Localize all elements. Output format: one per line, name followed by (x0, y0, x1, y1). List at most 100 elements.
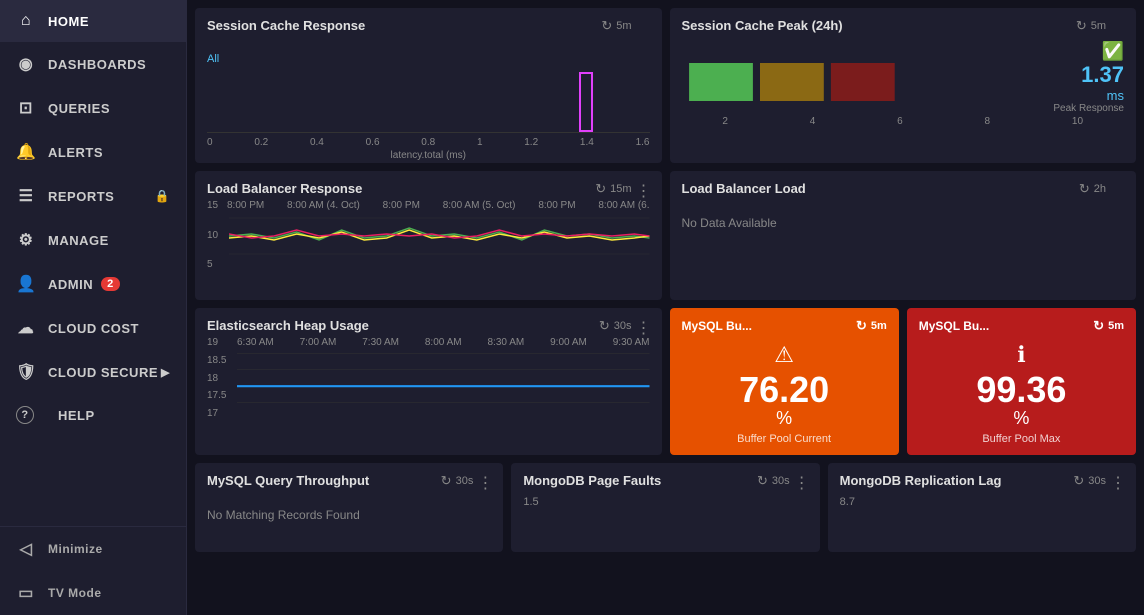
session-cache-response-refresh: ↻ 5m (601, 18, 631, 34)
load-balancer-response-title: Load Balancer Response (207, 181, 362, 196)
session-cache-response-chart: All 0 0.2 0.4 0.6 0.8 1 1.2 1.4 1.6 late… (207, 53, 650, 153)
sidebar-item-home[interactable]: ⌂ HOME (0, 0, 186, 42)
mysql-red-value: 99.36 (976, 372, 1066, 408)
load-balancer-load-panel: Load Balancer Load ↻ 2h No Data Availabl… (670, 171, 1137, 300)
load-balancer-load-title: Load Balancer Load (682, 181, 806, 196)
scr-x-axis: 0 0.2 0.4 0.6 0.8 1 1.2 1.4 1.6 (207, 137, 650, 148)
scp-svg (682, 53, 1037, 103)
expand-arrow-icon: ▶ (161, 366, 170, 379)
sidebar-label-dashboards: DASHBOARDS (48, 57, 146, 72)
scp-unit: ms (1107, 88, 1124, 103)
sidebar-label-cloud-secure: CLOUD SECURE (48, 365, 158, 380)
scr-bar-area (207, 53, 650, 133)
session-cache-peak-title: Session Cache Peak (24h) (682, 18, 843, 33)
sidebar-item-cloud-secure[interactable]: 🛡 CLOUD SECURE ▶ (0, 350, 186, 394)
sidebar-label-help: HELP (58, 408, 95, 423)
mongodb-rl-yvalue: 8.7 (840, 488, 1124, 508)
scr-x-label: latency.total (ms) (207, 150, 650, 161)
sidebar-item-cloud-cost[interactable]: ☁ CLOUD COST (0, 306, 186, 350)
lbr-svg (229, 200, 650, 272)
minimize-icon: ◁ (16, 539, 36, 559)
lbr-lines (229, 200, 650, 272)
scp-x-axis: 2 4 6 8 10 (682, 116, 1125, 127)
admin-icon: 👤 (16, 274, 36, 294)
sidebar-item-alerts[interactable]: 🔔 ALERTS (0, 130, 186, 174)
sidebar-label-manage: MANAGE (48, 233, 109, 248)
lbr-menu-icon[interactable]: ⋮ (636, 181, 652, 201)
mongodb-pf-refresh: ↻ 30s (757, 473, 790, 489)
session-cache-response-title: Session Cache Response (207, 18, 365, 33)
home-icon: ⌂ (16, 12, 36, 30)
lock-icon: 🔒 (155, 189, 170, 203)
sidebar-item-admin[interactable]: 👤 ADMIN 2 (0, 262, 186, 306)
sidebar-label-admin: ADMIN (48, 277, 93, 292)
mysql-red-info-icon: ℹ (1017, 342, 1025, 368)
sidebar-item-reports[interactable]: ☰ REPORTS 🔒 (0, 174, 186, 218)
mysql-qt-no-data: No Matching Records Found (207, 488, 491, 542)
sidebar-label-queries: QUERIES (48, 101, 110, 116)
mongodb-replication-lag-panel: MongoDB Replication Lag ↻ 30s ⋮ 8.7 (828, 463, 1136, 552)
dashboards-icon: ◉ (16, 54, 36, 74)
minimize-button[interactable]: ◁ Minimize (0, 527, 186, 571)
cloud-cost-icon: ☁ (16, 318, 36, 338)
sidebar-label-home: HOME (48, 14, 89, 29)
bottom-panels-row: MySQL Query Throughput ↻ 30s ⋮ No Matchi… (195, 463, 1136, 552)
ehu-svg-area (237, 337, 650, 419)
mysql-qt-menu-icon[interactable]: ⋮ (477, 473, 493, 493)
queries-icon: ⊡ (16, 98, 36, 118)
scp-ms-value: 1.37 (1081, 62, 1124, 88)
refresh-icon-qt: ↻ (441, 473, 452, 489)
sidebar-label-cloud-cost: CLOUD COST (48, 321, 139, 336)
mongodb-page-faults-panel: MongoDB Page Faults ↻ 30s ⋮ 1.5 (511, 463, 819, 552)
refresh-icon-scp: ↻ (1076, 18, 1087, 34)
session-cache-peak-chart: ✅ 1.37 ms Peak Response (682, 41, 1125, 114)
lbr-y-axis: 15 10 5 (207, 200, 227, 270)
ehu-refresh: ↻ 30s (599, 318, 632, 334)
mysql-query-throughput-panel: MySQL Query Throughput ↻ 30s ⋮ No Matchi… (195, 463, 503, 552)
manage-icon: ⚙ (16, 230, 36, 250)
sidebar: ⌂ HOME ◉ DASHBOARDS ⊡ QUERIES 🔔 ALERTS ☰… (0, 0, 187, 615)
load-balancer-response-panel: Load Balancer Response ↻ 15m ⋮ 15 10 5 (195, 171, 662, 300)
scp-check-icon: ✅ (1102, 41, 1124, 62)
mysql-buffer-red-panel: MySQL Bu... ↻ 5m ℹ 99.36 % Buffer Pool M… (907, 308, 1136, 455)
mongodb-pf-menu-icon[interactable]: ⋮ (794, 473, 810, 493)
ehu-menu-icon[interactable]: ⋮ (636, 318, 652, 338)
reports-icon: ☰ (16, 186, 36, 206)
sidebar-label-reports: REPORTS (48, 189, 114, 204)
sidebar-item-queries[interactable]: ⊡ QUERIES (0, 86, 186, 130)
refresh-icon-lbl: ↻ (1079, 181, 1090, 197)
mysql-buffer-orange-panel: MySQL Bu... ↻ 5m ⚠ 76.20 % Buffer Pool C… (670, 308, 899, 455)
mysql-red-refresh: ↻ 5m (1093, 318, 1124, 334)
sidebar-item-dashboards[interactable]: ◉ DASHBOARDS (0, 42, 186, 86)
sidebar-label-minimize: Minimize (48, 542, 103, 556)
sidebar-item-manage[interactable]: ⚙ MANAGE (0, 218, 186, 262)
mysql-orange-header: MySQL Bu... ↻ 5m (682, 318, 887, 334)
ehu-title: Elasticsearch Heap Usage (207, 318, 369, 333)
sidebar-item-help[interactable]: ? HELP (0, 394, 186, 436)
mysql-red-header: MySQL Bu... ↻ 5m (919, 318, 1124, 334)
tv-mode-button[interactable]: ▭ TV Mode (0, 571, 186, 615)
elasticsearch-heap-panel: Elasticsearch Heap Usage ↻ 30s ⋮ 19 18.5… (195, 308, 662, 455)
mysql-red-percent: % (1013, 408, 1029, 429)
lbr-chart: 15 10 5 8:00 PM 8:00 AM (207, 200, 650, 290)
mongodb-rl-menu-icon[interactable]: ⋮ (1110, 473, 1126, 493)
mongodb-pf-title: MongoDB Page Faults (523, 473, 661, 488)
scp-value-area: ✅ 1.37 ms Peak Response (1044, 41, 1124, 114)
scp-bars (682, 53, 1037, 103)
mysql-orange-warning-icon: ⚠ (774, 342, 794, 368)
mysql-orange-title: MySQL Bu... (682, 319, 752, 333)
mysql-panels-container: MySQL Bu... ↻ 5m ⚠ 76.20 % Buffer Pool C… (670, 308, 1137, 455)
refresh-icon-mysql-r: ↻ (1093, 318, 1104, 334)
ehu-y-axis: 19 18.5 18 17.5 17 (207, 337, 235, 419)
ehu-svg (237, 337, 650, 419)
tv-mode-icon: ▭ (16, 583, 36, 603)
lbl-refresh: ↻ 2h (1079, 181, 1106, 197)
scr-bar (579, 72, 593, 132)
lbl-no-data: No Data Available (682, 196, 1125, 250)
mysql-orange-value: 76.20 (739, 372, 829, 408)
lbr-refresh: ↻ 15m (595, 181, 631, 197)
refresh-icon-mysql-o: ↻ (856, 318, 867, 334)
refresh-icon-lbr: ↻ (595, 181, 606, 197)
mongodb-pf-yvalue: 1.5 (523, 488, 807, 508)
refresh-icon-ehu: ↻ (599, 318, 610, 334)
